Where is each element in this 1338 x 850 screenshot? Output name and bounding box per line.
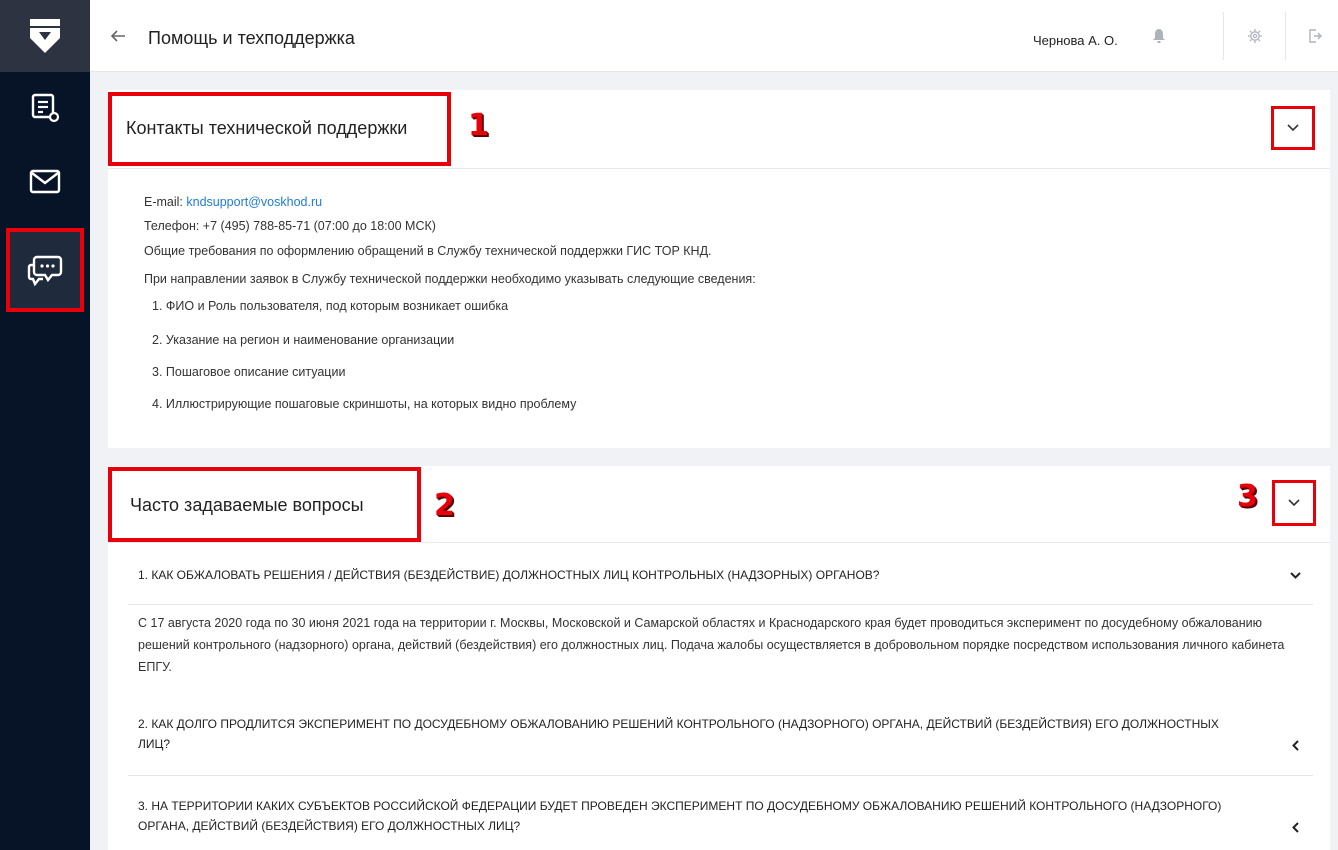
topbar-divider [1285,12,1286,60]
back-arrow-icon [110,30,125,42]
sidebar-item-registry[interactable] [0,72,90,144]
support-email-link[interactable]: kndsupport@voskhod.ru [186,195,322,209]
chevron-down-icon [1289,571,1301,579]
shield-logo-icon [30,19,60,53]
user-name[interactable]: Чернова А. О. [1033,33,1118,48]
sidebar [0,0,90,850]
faq-title: Часто задаваемые вопросы [130,495,364,515]
chevron-down-icon [1287,124,1299,132]
annotation-number-2: 2 [434,488,455,523]
app-logo[interactable] [0,0,90,72]
list-item: 3. Пошаговое описание ситуации [152,365,346,379]
chevron-left-icon [1291,821,1299,833]
list-item: 2. Указание на регион и наименование орг… [152,333,455,347]
topbar-divider [1223,12,1224,60]
contact-requirements: Общие требования по оформлению обращений… [144,244,712,258]
faq-toggle-1[interactable] [1285,565,1305,585]
contact-email-line: E-mail: kndsupport@voskhod.ru [144,195,322,209]
sidebar-item-mail[interactable] [0,146,90,218]
faq-question-2[interactable]: 2. КАК ДОЛГО ПРОДЛИТСЯ ЭКСПЕРИМЕНТ ПО ДО… [138,714,1228,754]
divider [128,775,1313,776]
bell-icon [1153,29,1165,43]
back-button[interactable] [108,26,128,46]
list-item: 1. ФИО и Роль пользователя, под которым … [152,299,509,313]
faq-answer-1: С 17 августа 2020 года по 30 июня 2021 г… [138,616,1285,674]
contacts-title: Контакты технической поддержки [126,118,408,138]
divider [108,542,1330,543]
logout-icon [1309,29,1322,43]
email-label: E-mail: [144,195,187,209]
chevron-down-icon [1288,499,1300,507]
faq-question-1[interactable]: 1. КАК ОБЖАЛОВАТЬ РЕШЕНИЯ / ДЕЙСТВИЯ (БЕ… [138,565,1228,585]
annotation-number-3: 3 [1237,479,1258,514]
annotation-number-1: 1 [468,108,489,143]
gear-icon [1248,29,1262,43]
faq-question-3[interactable]: 3. НА ТЕРРИТОРИИ КАКИХ СУБЪЕКТОВ РОССИЙС… [138,796,1228,836]
divider [128,604,1313,605]
faq-toggle-3[interactable] [1285,817,1305,837]
faq-toggle-2[interactable] [1285,735,1305,755]
chevron-left-icon [1291,739,1299,751]
logout-button[interactable] [1300,0,1330,72]
divider [108,168,1330,169]
registry-icon [31,93,60,123]
faq-collapse-button[interactable] [1272,480,1316,526]
contact-intro: При направлении заявок в Службу техничес… [144,272,756,286]
support-chat-icon [27,255,63,287]
contacts-collapse-button[interactable] [1271,106,1315,150]
sidebar-item-support[interactable] [6,228,84,312]
list-item: 4. Иллюстрирующие пошаговые скриншоты, н… [152,397,577,411]
mail-icon [29,169,61,194]
topbar: Помощь и техподдержка Чернова А. О. [90,0,1338,72]
page-title: Помощь и техподдержка [148,28,355,48]
contact-phone: Телефон: +7 (495) 788-85-71 (07:00 до 18… [144,219,436,233]
notifications-button[interactable] [1144,0,1174,72]
settings-button[interactable] [1240,0,1270,72]
